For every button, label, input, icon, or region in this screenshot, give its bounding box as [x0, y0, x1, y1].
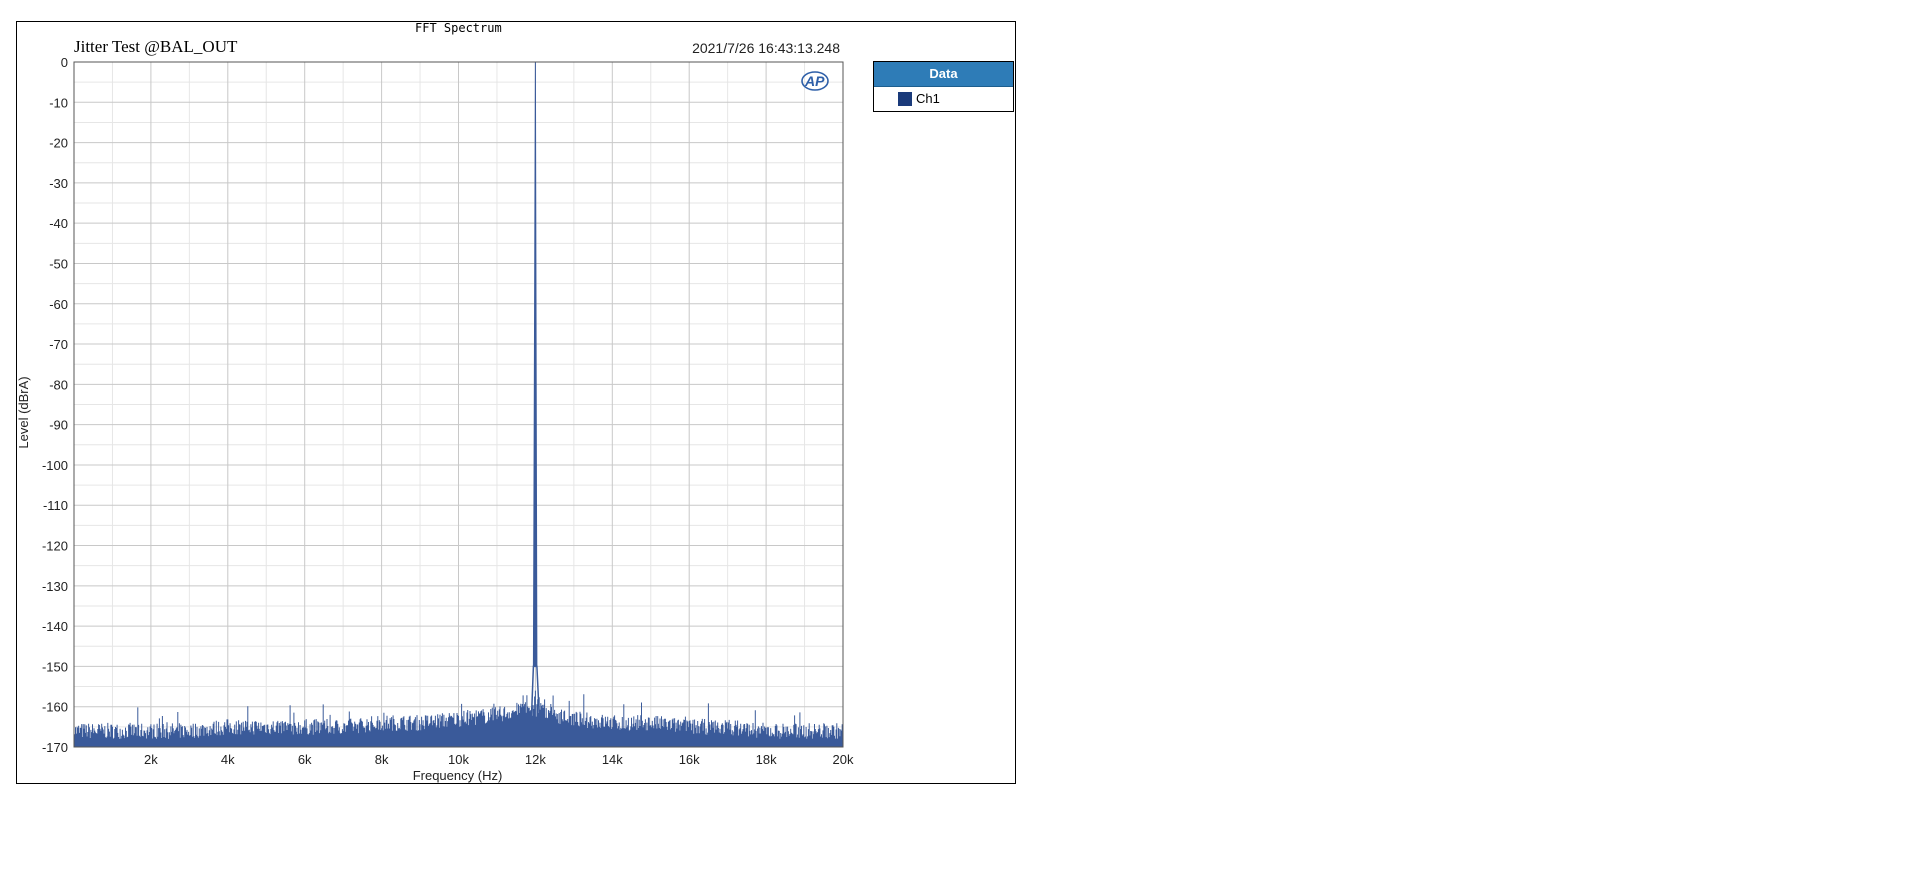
- x-tick-label: 10k: [448, 752, 469, 767]
- legend-item-label: Ch1: [916, 91, 940, 106]
- y-axis-label: Level (dBrA): [16, 376, 31, 448]
- x-axis-ticks: 2k 4k 6k 8k 10k 12k 14k 16k 18k 20k: [144, 752, 854, 767]
- y-tick-label: -110: [43, 498, 68, 513]
- y-tick-label: 0: [61, 55, 68, 70]
- x-tick-label: 6k: [298, 752, 312, 767]
- y-tick-label: -140: [42, 619, 68, 634]
- y-tick-label: -80: [49, 377, 68, 392]
- y-tick-label: -160: [42, 700, 68, 715]
- x-tick-label: 16k: [679, 752, 700, 767]
- y-tick-label: -70: [49, 337, 68, 352]
- legend-header: Data: [874, 62, 1013, 87]
- y-tick-label: -60: [49, 297, 68, 312]
- x-tick-label: 8k: [375, 752, 389, 767]
- y-tick-label: -40: [49, 216, 68, 231]
- peak-line: [532, 61, 538, 667]
- y-tick-label: -170: [42, 740, 68, 755]
- series-ch1-peak: [530, 61, 541, 719]
- y-tick-label: -90: [49, 418, 68, 433]
- legend-item-ch1[interactable]: Ch1: [874, 87, 1013, 106]
- legend-panel: Data Ch1: [873, 61, 1014, 112]
- x-tick-label: 18k: [756, 752, 777, 767]
- y-axis-ticks: 0 -10 -20 -30 -40 -50 -60 -70 -80 -90 -100 -110 -120…: [42, 55, 68, 755]
- x-axis-label: Frequency (Hz): [413, 768, 503, 783]
- x-tick-label: 20k: [833, 752, 854, 767]
- ap-logo: AP: [798, 69, 830, 93]
- y-tick-label: -130: [42, 579, 68, 594]
- svg-text:AP: AP: [804, 73, 825, 89]
- y-tick-label: -150: [42, 659, 68, 674]
- y-tick-label: -100: [42, 458, 68, 473]
- y-tick-label: -30: [49, 176, 68, 191]
- x-tick-label: 2k: [144, 752, 158, 767]
- legend-swatch-ch1: [898, 91, 912, 106]
- y-tick-label: -10: [49, 95, 68, 110]
- x-tick-label: 14k: [602, 752, 623, 767]
- y-tick-label: -20: [49, 136, 68, 151]
- x-tick-label: 12k: [525, 752, 546, 767]
- fft-plot: 0 -10 -20 -30 -40 -50 -60 -70 -80 -90 -100 -110 -120…: [16, 55, 854, 783]
- y-tick-label: -50: [49, 256, 68, 271]
- x-tick-label: 4k: [221, 752, 235, 767]
- y-tick-label: -120: [42, 539, 68, 554]
